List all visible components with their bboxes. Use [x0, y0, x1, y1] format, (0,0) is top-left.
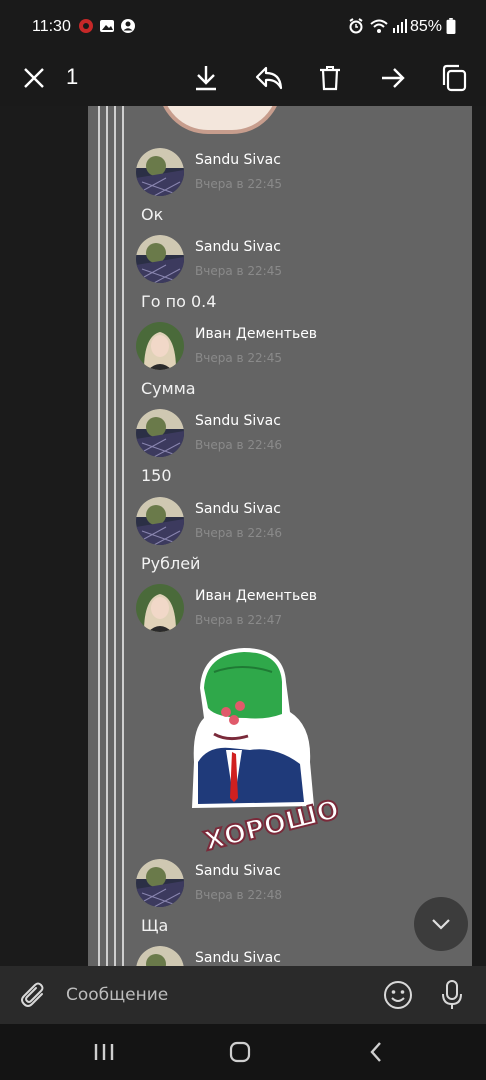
message-author[interactable]: Иван Дементьев [195, 326, 317, 342]
message-text[interactable]: Ок [141, 205, 163, 224]
thread-line [106, 106, 108, 966]
attach-icon [21, 982, 44, 1007]
voice-message-button[interactable] [434, 977, 470, 1013]
message-header: Иван Дементьев Вчера в 22:47 [136, 584, 436, 634]
avatar[interactable] [136, 584, 184, 632]
message-header: Sandu Sivac Вчера в 22:45 [136, 148, 436, 198]
copy-button[interactable] [434, 58, 474, 98]
message-time: Вчера в 22:45 [195, 351, 282, 365]
message-text[interactable]: Сумма [141, 379, 196, 398]
wifi-icon [370, 19, 388, 33]
chat-history[interactable]: Sandu Sivac Вчера в 22:45 Ок Sandu Sivac… [88, 106, 472, 966]
avatar-photo-landscape [136, 409, 184, 457]
close-selection-button[interactable] [14, 58, 54, 98]
signal-icon [393, 19, 407, 33]
message-header: Sandu Sivac Вчера в 22:46 [136, 409, 436, 459]
recent-apps-button[interactable] [84, 1036, 124, 1068]
message-author[interactable]: Sandu Sivac [195, 950, 281, 966]
download-icon [196, 66, 216, 91]
message-header: Sandu Sivac Вчера в 22:46 [136, 497, 436, 547]
avatar[interactable] [136, 322, 184, 370]
microphone-icon [442, 980, 462, 1009]
message-author[interactable]: Sandu Sivac [195, 863, 281, 879]
back-icon [370, 1042, 381, 1062]
message-text[interactable]: Ща [141, 916, 168, 935]
message-time: Вчера в 22:47 [195, 613, 282, 627]
message-header: Иван Дементьев Вчера в 22:45 [136, 322, 436, 372]
status-time: 11:30 [32, 18, 71, 35]
selected-count: 1 [66, 64, 79, 89]
sticker-image[interactable]: ХОРОШО [186, 642, 338, 854]
message-text[interactable]: 150 [141, 466, 172, 485]
screen: 11:30 85% 1 Sandu Sivac Вчера в 22:45 Ок… [0, 0, 486, 1080]
avatar[interactable] [136, 148, 184, 196]
message-author[interactable]: Sandu Sivac [195, 413, 281, 429]
close-icon [24, 68, 44, 88]
attach-button[interactable] [16, 977, 52, 1013]
message-time: Вчера в 22:46 [195, 526, 282, 540]
scroll-to-bottom-button[interactable] [414, 897, 468, 951]
right-gutter [472, 106, 486, 966]
system-navigation-bar [0, 1024, 486, 1080]
message-time: Вчера в 22:45 [195, 177, 282, 191]
avatar-photo-landscape [136, 859, 184, 907]
message-input[interactable] [66, 980, 356, 1010]
left-gutter [0, 106, 88, 966]
message-author[interactable]: Sandu Sivac [195, 501, 281, 517]
alarm-icon [349, 18, 363, 34]
message-text[interactable]: Го по 0.4 [141, 292, 216, 311]
avatar-photo-portrait [136, 322, 184, 370]
message-text[interactable]: Рублей [141, 554, 200, 573]
forward-button[interactable] [373, 58, 413, 98]
avatar[interactable] [136, 859, 184, 907]
message-time: Вчера в 22:48 [195, 888, 282, 902]
avatar[interactable] [136, 235, 184, 283]
reply-icon [255, 66, 283, 90]
message-input-bar [0, 966, 486, 1024]
message-header: Sandu Sivac Вчера в 22:48 [136, 859, 436, 909]
home-button[interactable] [220, 1036, 260, 1068]
home-icon [229, 1041, 251, 1063]
avatar[interactable] [136, 409, 184, 457]
chevron-down-icon [432, 919, 450, 930]
battery-icon [446, 18, 456, 34]
avatar-photo-portrait [136, 584, 184, 632]
copy-icon [442, 64, 467, 92]
avatar[interactable] [136, 497, 184, 545]
recent-apps-icon [94, 1044, 114, 1060]
status-bar: 11:30 85% [0, 0, 486, 50]
back-button[interactable] [356, 1036, 396, 1068]
message-header: Sandu Sivac [136, 946, 436, 966]
selection-action-bar: 1 [0, 50, 486, 106]
message-time: Вчера в 22:46 [195, 438, 282, 452]
thread-line [114, 106, 116, 966]
thread-line [122, 106, 124, 966]
avatar-photo-landscape [136, 148, 184, 196]
avatar-photo-landscape [136, 497, 184, 545]
message-author[interactable]: Sandu Sivac [195, 152, 281, 168]
emoji-icon [384, 981, 412, 1009]
message-time: Вчера в 22:45 [195, 264, 282, 278]
battery-percent: 85% [410, 18, 443, 35]
avatar[interactable] [136, 946, 184, 966]
emoji-button[interactable] [380, 977, 416, 1013]
forward-icon [382, 68, 405, 88]
download-button[interactable] [186, 58, 226, 98]
previous-sticker-fragment [158, 106, 282, 134]
avatar-photo-landscape [136, 235, 184, 283]
reply-button[interactable] [249, 58, 289, 98]
delete-button[interactable] [310, 58, 350, 98]
account-icon [121, 19, 135, 33]
delete-icon [320, 66, 340, 91]
message-author[interactable]: Иван Дементьев [195, 588, 317, 604]
gallery-icon [100, 20, 114, 32]
avatar-photo-landscape [136, 946, 184, 966]
thread-line [98, 106, 100, 966]
message-author[interactable]: Sandu Sivac [195, 239, 281, 255]
notification-app-icon [79, 19, 93, 33]
message-header: Sandu Sivac Вчера в 22:45 [136, 235, 436, 285]
